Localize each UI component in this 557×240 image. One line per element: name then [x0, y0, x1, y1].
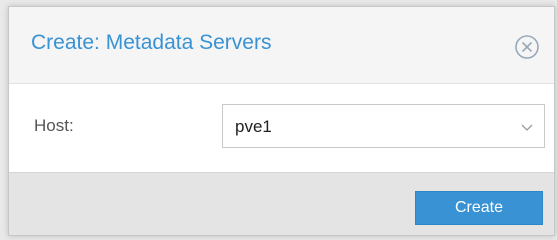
host-select-value: pve1 — [235, 117, 272, 136]
host-select[interactable]: pve1 — [222, 104, 545, 148]
close-button[interactable] — [513, 33, 541, 61]
dialog-body: Host: pve1 — [9, 84, 554, 172]
dialog-title: Create: Metadata Servers — [31, 31, 272, 54]
create-metadata-servers-dialog: Create: Metadata Servers Host: pve1 Crea… — [8, 6, 555, 236]
host-label: Host: — [34, 116, 74, 135]
create-button[interactable]: Create — [415, 191, 543, 225]
chevron-down-icon[interactable] — [518, 118, 536, 136]
close-circle-icon — [515, 35, 539, 59]
dialog-footer: Create — [9, 172, 554, 235]
dialog-header: Create: Metadata Servers — [9, 7, 554, 84]
